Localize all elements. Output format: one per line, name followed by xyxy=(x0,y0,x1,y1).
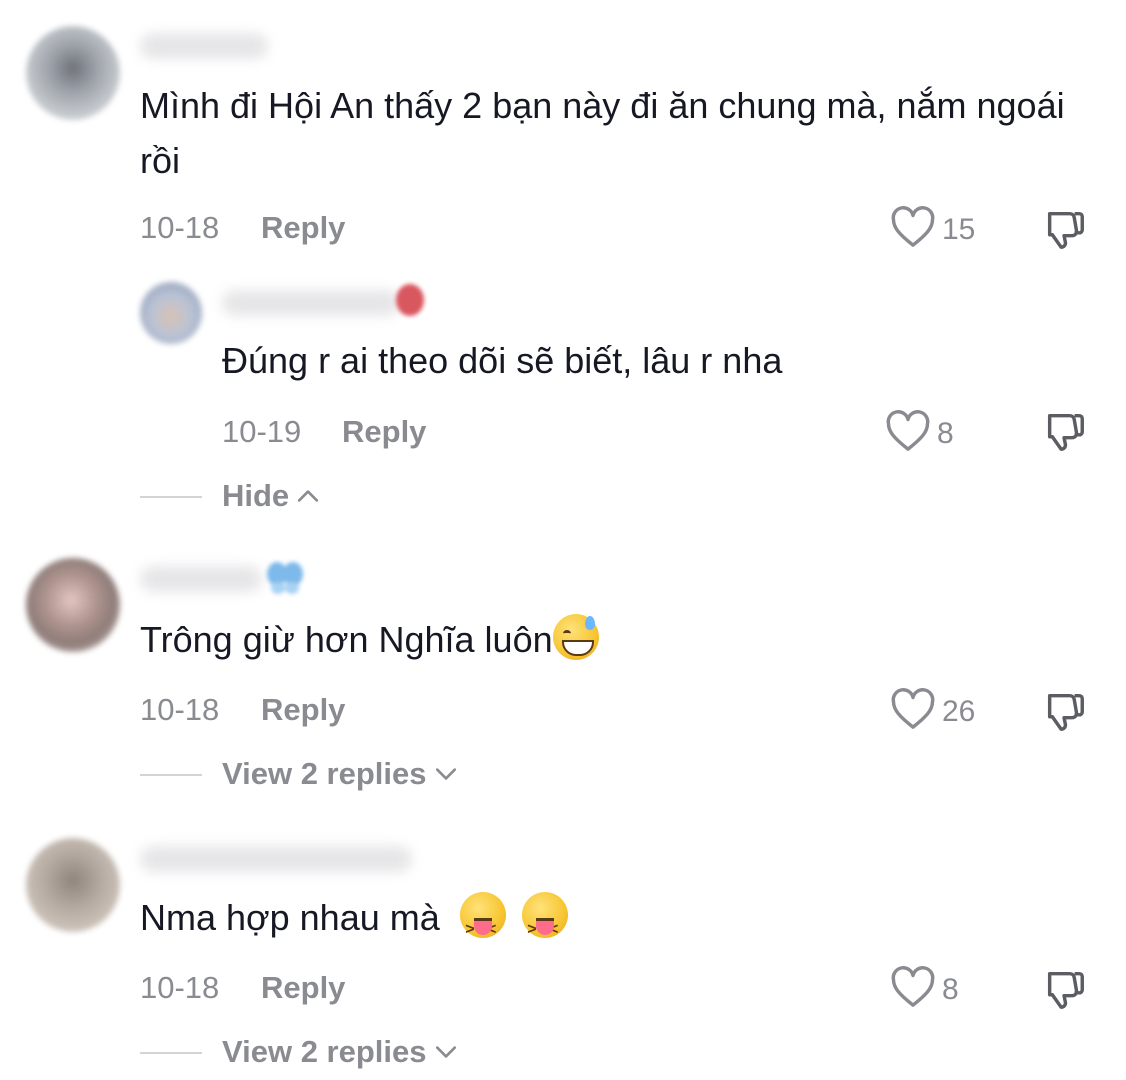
squinting-tongue-emoji xyxy=(521,892,568,957)
dislike-button[interactable] xyxy=(1042,206,1088,257)
dislike-button[interactable] xyxy=(1042,966,1088,1017)
like-count: 26 xyxy=(942,694,976,728)
like-button[interactable]: 26 xyxy=(890,688,975,735)
avatar[interactable] xyxy=(26,558,120,652)
avatar[interactable] xyxy=(26,26,120,120)
thumbs-down-icon xyxy=(1042,693,1088,738)
reply-button[interactable]: Reply xyxy=(261,970,345,1006)
heart-outline-icon xyxy=(890,966,936,1013)
toggle-label: Hide xyxy=(222,478,290,513)
comment-date: 10-18 xyxy=(140,970,220,1005)
reply-button[interactable]: Reply xyxy=(342,414,426,450)
thumbs-down-icon xyxy=(1042,413,1088,458)
heart-outline-icon xyxy=(885,410,931,457)
squinting-tongue-emoji xyxy=(459,892,506,957)
strawberry-emoji xyxy=(396,284,424,316)
hide-replies-button[interactable]: Hide xyxy=(222,478,319,514)
comment-date: 10-18 xyxy=(140,210,220,245)
view-replies-button[interactable]: View 2 replies xyxy=(222,756,457,792)
comment-text-content: Trông giừ hơn Nghĩa luôn xyxy=(140,619,553,660)
toggle-label: View 2 replies xyxy=(222,756,427,791)
username-blurred[interactable] xyxy=(140,846,412,872)
like-count: 15 xyxy=(942,212,976,246)
like-count: 8 xyxy=(942,972,959,1006)
thumbs-down-icon xyxy=(1042,971,1088,1016)
thumbs-down-icon xyxy=(1042,211,1088,256)
dislike-button[interactable] xyxy=(1042,688,1088,739)
thread-divider xyxy=(140,1052,202,1054)
view-replies-button[interactable]: View 2 replies xyxy=(222,1034,457,1070)
chevron-down-icon xyxy=(435,761,457,787)
thread-divider xyxy=(140,774,202,776)
comment-text: Mình đi Hội An thấy 2 bạn này đi ăn chun… xyxy=(140,85,1065,181)
chevron-up-icon xyxy=(297,483,319,509)
comment-date: 10-18 xyxy=(140,692,220,727)
like-button[interactable]: 8 xyxy=(885,410,954,457)
chevron-down-icon xyxy=(435,1039,457,1065)
comment-text: Nma hợp nhau mà xyxy=(140,890,1040,957)
like-button[interactable]: 8 xyxy=(890,966,959,1013)
like-count: 8 xyxy=(937,416,954,450)
username-blurred[interactable] xyxy=(140,566,262,592)
reply-date: 10-19 xyxy=(222,414,302,449)
username-blurred[interactable] xyxy=(140,33,268,59)
heart-outline-icon xyxy=(890,206,936,253)
thread-divider xyxy=(140,496,202,498)
reply-avatar[interactable] xyxy=(140,282,202,344)
avatar[interactable] xyxy=(26,838,120,932)
toggle-label: View 2 replies xyxy=(222,1034,427,1069)
comment-text-content: Nma hợp nhau mà xyxy=(140,897,440,938)
butterfly-emoji xyxy=(265,560,305,596)
like-button[interactable]: 15 xyxy=(890,206,975,253)
comment-text: Trông giừ hơn Nghĩa luôn xyxy=(140,612,1040,667)
reply-text: Đúng r ai theo dõi sẽ biết, lâu r nha xyxy=(222,340,783,381)
reply-button[interactable]: Reply xyxy=(261,210,345,246)
heart-outline-icon xyxy=(890,688,936,735)
reply-button[interactable]: Reply xyxy=(261,692,345,728)
reply-username-blurred[interactable] xyxy=(222,290,400,316)
grinning-sweat-emoji xyxy=(552,614,599,660)
dislike-button[interactable] xyxy=(1042,408,1088,459)
